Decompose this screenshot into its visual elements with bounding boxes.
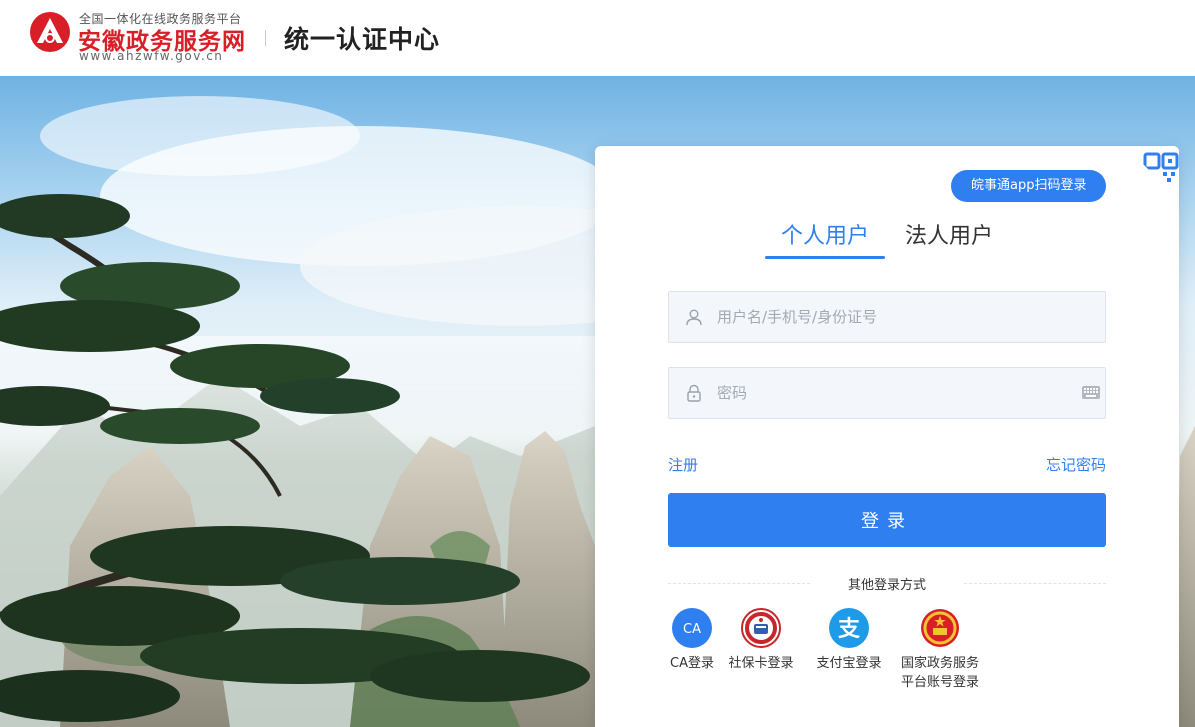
active-tab-indicator	[765, 256, 885, 259]
alipay-login-button[interactable]: 支 支付宝登录	[811, 608, 887, 673]
ca-login-button[interactable]: CA CA登录	[667, 608, 717, 673]
tab-personal-user[interactable]: 个人用户	[781, 218, 869, 250]
login-card: 皖事通app扫码登录 个人用户 法人用户 用户名/手机号/身份证号 注册 忘记密…	[595, 146, 1179, 727]
social-security-card-icon	[741, 608, 781, 648]
header-divider	[265, 30, 266, 46]
social-security-login-label: 社保卡登录	[728, 656, 794, 671]
svg-text:支: 支	[838, 617, 861, 642]
login-button[interactable]: 登录	[668, 493, 1106, 547]
forgot-password-link[interactable]: 忘记密码	[1046, 454, 1106, 475]
username-input[interactable]	[717, 292, 1077, 342]
user-type-tabs: 个人用户 法人用户	[765, 214, 1025, 262]
alipay-icon: 支	[829, 608, 869, 648]
register-link[interactable]: 注册	[668, 454, 698, 475]
ahzwfw-logo-icon[interactable]	[28, 10, 72, 54]
page-title: 统一认证中心	[284, 25, 441, 54]
app-scan-login-button[interactable]: 皖事通app扫码登录	[951, 170, 1107, 202]
virtual-keyboard-icon[interactable]	[1081, 384, 1101, 402]
national-gov-login-button[interactable]: 国家政务服务 平台账号登录	[895, 608, 985, 692]
lock-icon	[687, 384, 701, 402]
qr-code-toggle-icon[interactable]	[1119, 146, 1179, 206]
svg-text:CA: CA	[683, 622, 701, 637]
user-icon	[686, 309, 702, 326]
national-emblem-icon	[921, 609, 959, 647]
divider-right	[964, 583, 1106, 584]
ca-icon: CA	[672, 608, 712, 648]
alipay-login-label: 支付宝登录	[816, 656, 882, 671]
password-field	[668, 367, 1106, 419]
national-gov-login-label: 国家政务服务 平台账号登录	[900, 656, 979, 690]
ca-login-label: CA登录	[670, 656, 714, 671]
username-field	[668, 291, 1106, 343]
social-security-login-button[interactable]: 社保卡登录	[725, 608, 797, 673]
header: 全国一体化在线政务服务平台 安徽政务服务网 www.ahzwfw.gov.cn …	[0, 0, 1195, 76]
tab-legal-user[interactable]: 法人用户	[905, 218, 993, 250]
brand-url: www.ahzwfw.gov.cn	[79, 49, 224, 63]
other-login-methods: CA CA登录 社保卡登录 支 支付宝登录 国家政务服务 平台账号登录	[655, 608, 1055, 698]
password-input[interactable]	[717, 368, 1077, 418]
